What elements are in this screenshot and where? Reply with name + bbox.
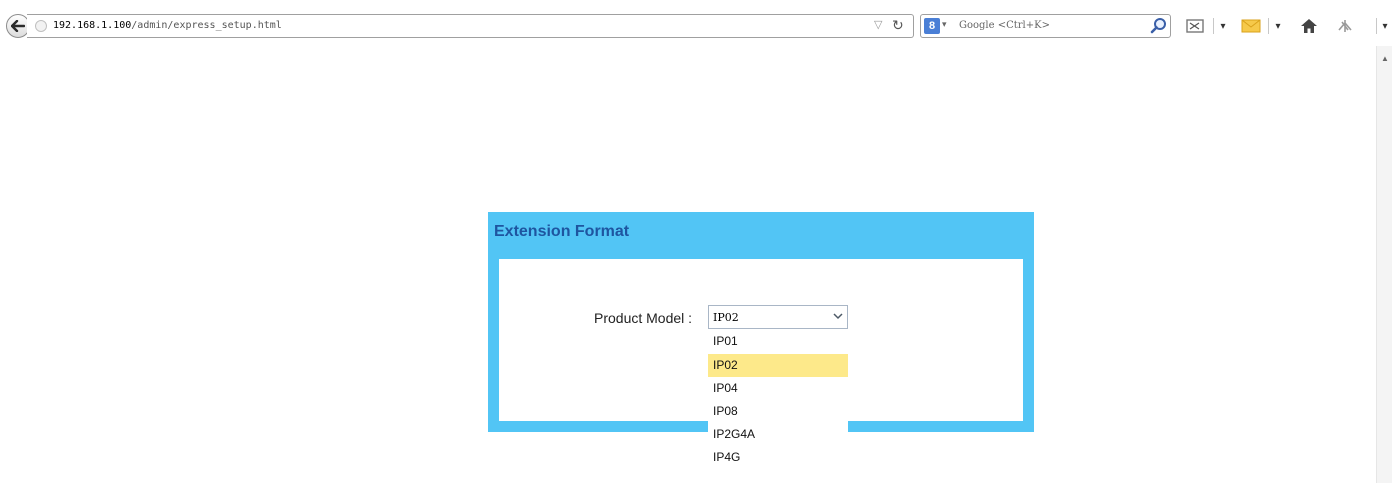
search-input[interactable]: Google <Ctrl+K> (959, 20, 1050, 31)
home-icon[interactable] (1297, 16, 1321, 36)
reload-icon[interactable]: ↻ (892, 17, 904, 34)
mail-icon[interactable] (1240, 16, 1262, 36)
product-model-options: IP01 IP02 IP04 IP08 IP2G4A IP4G (708, 330, 848, 469)
option-ip4g[interactable]: IP4G (708, 446, 848, 469)
menu-dropdown-icon[interactable]: ▾ (1380, 16, 1390, 36)
toolbar-separator (1213, 18, 1214, 34)
dropdown-icon[interactable]: ▾ (1217, 16, 1229, 36)
chevron-down-icon[interactable] (832, 310, 844, 322)
screenshot-tool-icon[interactable] (1184, 16, 1206, 36)
toolbar-separator (1376, 18, 1377, 34)
search-engine-icon[interactable]: 8 (924, 18, 940, 34)
product-model-select[interactable]: IP02 (708, 305, 848, 329)
option-ip2g4a[interactable]: IP2G4A (708, 423, 848, 446)
url-text: 192.168.1.100/admin/express_setup.html (53, 20, 282, 31)
address-bar[interactable]: 192.168.1.100/admin/express_setup.html ▽… (27, 14, 914, 38)
search-bar[interactable]: 8 ▾ Google <Ctrl+K> (920, 14, 1171, 38)
option-ip01[interactable]: IP01 (708, 330, 848, 353)
toolbar-separator (1268, 18, 1269, 34)
product-model-label: Product Model : (594, 310, 693, 326)
scroll-up-arrow-icon[interactable]: ▲ (1381, 54, 1389, 63)
dropdown-history-icon[interactable]: ▽ (874, 18, 882, 31)
product-model-value: IP02 (713, 311, 739, 324)
option-ip08[interactable]: IP08 (708, 400, 848, 423)
url-host: 192.168.1.100 (53, 20, 132, 31)
search-engine-dropdown-icon[interactable]: ▾ (942, 19, 947, 30)
option-ip02[interactable]: IP02 (708, 354, 848, 377)
addon-icon[interactable] (1333, 16, 1357, 36)
url-path: /admin/express_setup.html (131, 20, 282, 31)
search-icon[interactable] (1149, 16, 1169, 36)
vertical-scrollbar[interactable]: ▲ (1376, 46, 1392, 483)
back-arrow-icon (11, 20, 25, 32)
dropdown-icon[interactable]: ▾ (1272, 16, 1284, 36)
site-identity-icon[interactable] (35, 20, 47, 32)
panel-title: Extension Format (494, 223, 630, 240)
browser-toolbar: 192.168.1.100/admin/express_setup.html ▽… (0, 0, 1392, 46)
option-ip04[interactable]: IP04 (708, 377, 848, 400)
